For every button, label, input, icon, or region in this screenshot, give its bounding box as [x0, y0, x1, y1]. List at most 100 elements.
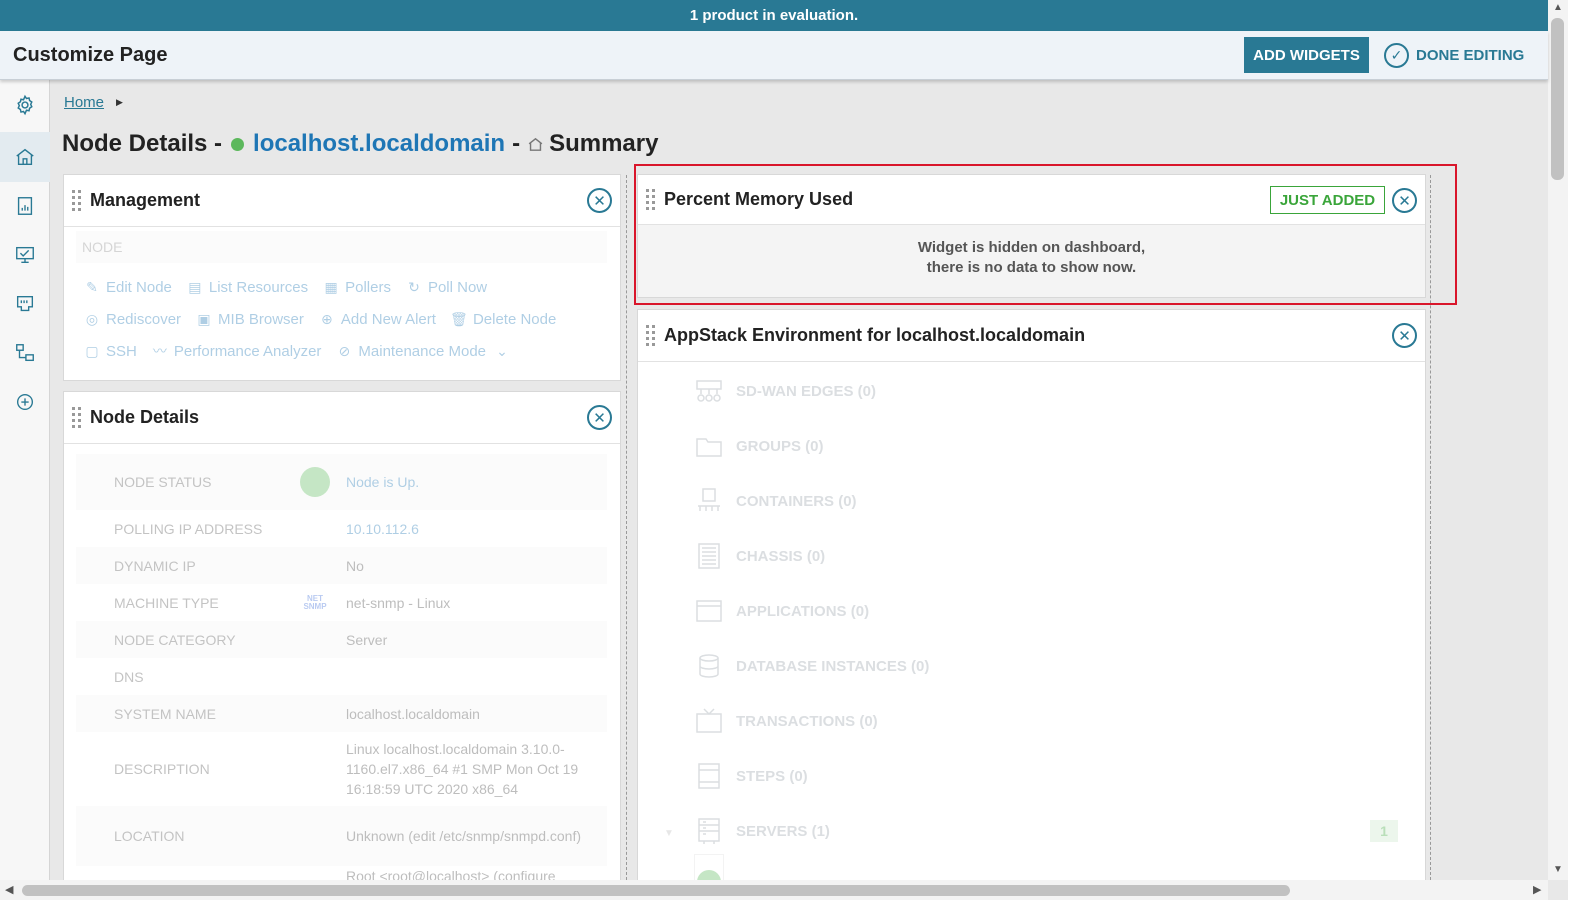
chevron-down-icon[interactable]: ⌄ [494, 343, 510, 359]
gear-icon [17, 94, 33, 116]
pollers-link[interactable]: ▦ Pollers [323, 279, 390, 296]
poll-now-link[interactable]: ↻ Poll Now [406, 279, 487, 296]
column-divider [626, 175, 627, 880]
done-editing-button[interactable]: ✓ DONE EDITING [1384, 40, 1524, 70]
breadcrumb-home-link[interactable]: Home [64, 94, 104, 111]
rail-item-monitoring[interactable] [0, 230, 50, 280]
table-row: DYNAMIC IP No [76, 547, 607, 584]
add-alert-icon: ⊕ [321, 310, 333, 327]
close-widget-button[interactable]: ✕ [587, 188, 612, 213]
page-title-view: Summary [549, 130, 659, 157]
add-new-alert-link[interactable]: ⊕ Add New Alert [319, 311, 436, 328]
widget-title: Percent Memory Used [664, 189, 854, 209]
appstack-row-containers[interactable]: CONTAINERS (0) [694, 486, 857, 516]
page-title: Node Details - localhost.localdomain - S… [62, 130, 658, 158]
close-widget-button[interactable]: ✕ [587, 405, 612, 430]
drag-handle-icon[interactable] [72, 189, 81, 212]
horizontal-scrollbar[interactable]: ◀ ▶ [0, 880, 1548, 900]
evaluation-banner-text: 1 product in evaluation. [689, 7, 859, 24]
close-widget-button[interactable]: ✕ [1392, 323, 1417, 348]
customize-page-title: Customize Page [13, 43, 168, 66]
monitor-icon [16, 246, 34, 264]
appstack-environment-widget: AppStack Environment for localhost.local… [637, 309, 1426, 880]
maintenance-mode-link[interactable]: ⊘ Maintenance Mode ⌄ [336, 343, 516, 360]
delete-node-link[interactable]: 🗑 Delete Node [450, 311, 556, 328]
widget-title: Node Details [90, 407, 200, 427]
just-added-badge: JUST ADDED [1270, 186, 1385, 214]
scroll-up-icon[interactable]: ▲ [1553, 2, 1563, 13]
scroll-left-icon[interactable]: ◀ [5, 883, 13, 896]
appstack-row-database-instances[interactable]: DATABASE INSTANCES (0) [694, 651, 929, 681]
window-edge [1568, 0, 1592, 914]
page-title-separator: - [512, 130, 521, 157]
rail-item-add[interactable] [0, 377, 50, 427]
column-divider [1430, 175, 1431, 880]
management-actions: ✎ Edit Node ▤ List Resources ▦ Pollers ↻ Pol… [84, 271, 614, 367]
table-row: Root <root@localhost> (configure [346, 868, 556, 880]
appstack-row-sdwan[interactable]: SD-WAN EDGES (0) [694, 376, 876, 406]
management-node-label: NODE [76, 231, 607, 263]
appstack-row-servers[interactable]: SERVERS (1) [694, 816, 830, 846]
percent-memory-used-widget: Percent Memory Used JUST ADDED ✕ Widget … [637, 174, 1426, 298]
table-row: LOCATION Unknown (edit /etc/snmp/snmpd.c… [76, 806, 607, 866]
widget-header: Percent Memory Used JUST ADDED ✕ [638, 175, 1425, 225]
horizontal-scrollbar-thumb[interactable] [22, 885, 1290, 896]
appstack-list: SD-WAN EDGES (0) GROUPS (0) CONTAINERS (… [638, 362, 1425, 880]
ssh-icon: ▢ [85, 342, 99, 359]
close-widget-button[interactable]: ✕ [1392, 188, 1417, 213]
appstack-row-applications[interactable]: APPLICATIONS (0) [694, 596, 869, 626]
node-details-widget: Node Details ✕ NODE STATUS Node is Up. P… [63, 391, 621, 880]
list-resources-link[interactable]: ▤ List Resources [187, 279, 308, 296]
appstack-row-chassis[interactable]: CHASSIS (0) [694, 541, 825, 571]
add-widgets-button[interactable]: ADD WIDGETS [1244, 37, 1369, 73]
edit-node-link[interactable]: ✎ Edit Node [84, 279, 172, 296]
document-icon: ▤ [188, 278, 202, 295]
vertical-scrollbar-thumb[interactable] [1551, 18, 1564, 180]
table-row: MACHINE TYPE NET SNMP net-snmp - Linux [114, 593, 451, 611]
left-navigation-rail [0, 80, 50, 880]
page-title-hostname-link[interactable]: localhost.localdomain [253, 130, 505, 158]
performance-analyzer-icon: 〰 [152, 343, 167, 359]
scroll-down-icon[interactable]: ▼ [1553, 864, 1563, 875]
servers-count-badge: 1 [1370, 820, 1398, 842]
table-row: NODE STATUS Node is Up. [76, 454, 607, 510]
scroll-right-icon[interactable]: ▶ [1533, 883, 1541, 896]
page-title-prefix: Node Details - [62, 130, 223, 157]
net-snmp-icon: NET SNMP [303, 593, 327, 611]
ssh-link[interactable]: ▢ SSH [84, 342, 136, 360]
rail-item-network[interactable] [0, 279, 50, 329]
check-circle-icon: ✓ [1384, 42, 1409, 68]
node-details-table: NODE STATUS Node is Up. POLLING IP ADDRE… [76, 454, 607, 880]
node-status-icon [231, 137, 245, 151]
rediscover-icon: ◎ [85, 310, 99, 327]
vertical-scrollbar[interactable]: ▲ ▼ [1548, 0, 1568, 880]
rediscover-link[interactable]: ◎ Rediscover [84, 311, 181, 328]
home-icon [16, 148, 34, 166]
folder-icon [696, 438, 722, 457]
widget-hidden-message: Widget is hidden on dashboard, there is … [638, 225, 1425, 297]
rail-item-home[interactable] [0, 132, 50, 182]
server-status-icon[interactable] [694, 854, 724, 880]
sdwan-icon [696, 380, 722, 402]
expand-servers-icon[interactable]: ▼ [664, 828, 674, 839]
drag-handle-icon[interactable] [72, 406, 81, 429]
management-widget: Management ✕ NODE ✎ Edit Node ▤ List Resou… [63, 174, 621, 381]
server-icon [698, 818, 720, 844]
rail-item-reports[interactable] [0, 181, 50, 231]
home-icon [528, 137, 543, 151]
widget-title: Management [90, 190, 201, 210]
window-edge [0, 900, 1592, 914]
drag-handle-icon[interactable] [646, 324, 655, 347]
rail-item-settings[interactable] [0, 80, 50, 130]
widget-header: AppStack Environment for localhost.local… [638, 310, 1425, 362]
evaluation-banner: 1 product in evaluation. [0, 0, 1548, 31]
widget-header: Node Details ✕ [64, 392, 620, 444]
breadcrumb-caret-icon[interactable]: ▶ [116, 97, 123, 108]
performance-analyzer-link[interactable]: 〰 Performance Analyzer [152, 343, 322, 360]
appstack-row-steps[interactable]: STEPS (0) [694, 761, 808, 791]
rail-item-topology[interactable] [0, 328, 50, 378]
appstack-row-transactions[interactable]: TRANSACTIONS (0) [694, 706, 878, 736]
mib-browser-link[interactable]: ▣ MIB Browser [196, 311, 303, 328]
appstack-row-groups[interactable]: GROUPS (0) [694, 431, 824, 461]
drag-handle-icon[interactable] [646, 188, 655, 211]
